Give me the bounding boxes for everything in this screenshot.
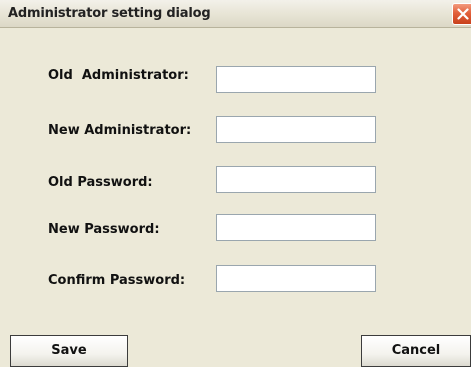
- new-password-label: New Password:: [48, 222, 160, 237]
- new-password-field[interactable]: [216, 214, 376, 241]
- save-button[interactable]: Save: [10, 335, 128, 367]
- admin-settings-dialog: Administrator setting dialog Old Adminis…: [0, 0, 471, 367]
- old-administrator-field[interactable]: [216, 66, 376, 93]
- new-administrator-field[interactable]: [216, 116, 376, 143]
- dialog-title: Administrator setting dialog: [8, 6, 211, 21]
- close-icon: [457, 8, 469, 20]
- old-administrator-label: Old Administrator:: [48, 68, 189, 83]
- old-password-label: Old Password:: [48, 175, 153, 190]
- old-password-field[interactable]: [216, 166, 376, 193]
- title-bar: Administrator setting dialog: [0, 0, 471, 28]
- confirm-password-label: Confirm Password:: [48, 273, 186, 288]
- confirm-password-field[interactable]: [216, 265, 376, 292]
- close-button[interactable]: [452, 3, 471, 25]
- cancel-button[interactable]: Cancel: [361, 335, 471, 367]
- new-administrator-label: New Administrator:: [48, 123, 192, 138]
